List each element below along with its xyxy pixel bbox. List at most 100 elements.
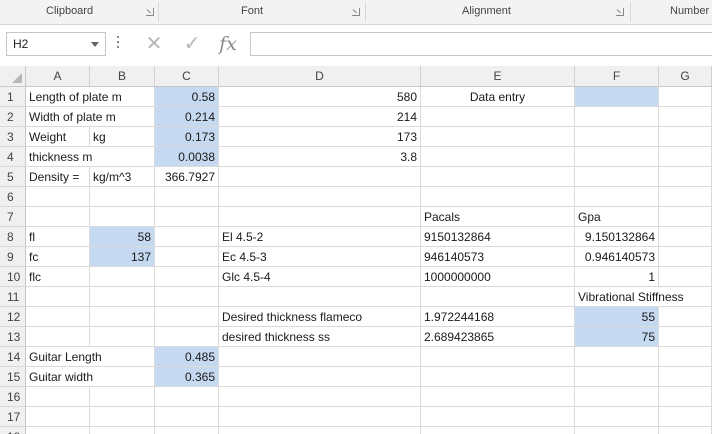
row-header-1[interactable]: 1 [0, 87, 26, 107]
cell-a8[interactable]: fl [26, 227, 90, 247]
row-header-9[interactable]: 9 [0, 247, 26, 267]
cell-a7[interactable] [26, 207, 90, 227]
cell-d12[interactable]: Desired thickness flameco [219, 307, 421, 327]
cell-a10[interactable]: flc [26, 267, 90, 287]
cell-f8[interactable]: 9.150132864 [575, 227, 659, 247]
cell-a6[interactable] [26, 187, 90, 207]
row-header-15[interactable]: 15 [0, 367, 26, 387]
cell-c15[interactable]: 0.365 [155, 367, 219, 387]
cell-c3[interactable]: 0.173 [155, 127, 219, 147]
cell-c12[interactable] [155, 307, 219, 327]
cell-d17[interactable] [219, 407, 421, 427]
cell-f12[interactable]: 55 [575, 307, 659, 327]
cell-d3[interactable]: 173 [219, 127, 421, 147]
cell-a11[interactable] [26, 287, 90, 307]
cell-b18[interactable] [90, 427, 155, 434]
cell-b7[interactable] [90, 207, 155, 227]
cell-d5[interactable] [219, 167, 421, 187]
cell-f14[interactable] [575, 347, 659, 367]
row-header-12[interactable]: 12 [0, 307, 26, 327]
cell-g16[interactable] [659, 387, 712, 407]
cell-a9[interactable]: fc [26, 247, 90, 267]
cell-g4[interactable] [659, 147, 712, 167]
column-header-a[interactable]: A [26, 66, 90, 87]
cell-d16[interactable] [219, 387, 421, 407]
insert-function-button[interactable]: fx [214, 32, 242, 56]
cell-f11[interactable]: Vibrational Stiffness [575, 287, 684, 307]
cell-d2[interactable]: 214 [219, 107, 421, 127]
cell-c16[interactable] [155, 387, 219, 407]
cell-f3[interactable] [575, 127, 659, 147]
row-header-5[interactable]: 5 [0, 167, 26, 187]
cell-c2[interactable]: 0.214 [155, 107, 219, 127]
cell-a2[interactable]: Width of plate m [26, 107, 116, 127]
cell-e9[interactable]: 946140573 [421, 247, 575, 267]
cell-f4[interactable] [575, 147, 659, 167]
cell-e4[interactable] [421, 147, 575, 167]
cell-c6[interactable] [155, 187, 219, 207]
cell-a3[interactable]: Weight [26, 127, 90, 147]
cell-b5[interactable]: kg/m^3 [90, 167, 155, 187]
column-header-g[interactable]: G [659, 66, 712, 87]
row-header-11[interactable]: 11 [0, 287, 26, 307]
formula-input[interactable] [250, 32, 712, 56]
cell-e1[interactable]: Data entry [421, 87, 575, 107]
cell-e16[interactable] [421, 387, 575, 407]
row-header-18[interactable]: 18 [0, 427, 26, 434]
cell-e8[interactable]: 9150132864 [421, 227, 575, 247]
cell-c7[interactable] [155, 207, 219, 227]
cell-c5[interactable]: 366.7927 [155, 167, 219, 187]
cell-e14[interactable] [421, 347, 575, 367]
cell-b9[interactable]: 137 [90, 247, 155, 267]
cell-g12[interactable] [659, 307, 712, 327]
cell-e6[interactable] [421, 187, 575, 207]
cell-a1[interactable]: Length of plate m [26, 87, 122, 107]
cell-b4[interactable] [90, 147, 155, 167]
cell-b11[interactable] [90, 287, 155, 307]
cell-g1[interactable] [659, 87, 712, 107]
cell-d14[interactable] [219, 347, 421, 367]
cell-b6[interactable] [90, 187, 155, 207]
cell-f5[interactable] [575, 167, 659, 187]
cell-g9[interactable] [659, 247, 712, 267]
cell-f13[interactable]: 75 [575, 327, 659, 347]
cell-d11[interactable] [219, 287, 421, 307]
cell-g10[interactable] [659, 267, 712, 287]
cell-c13[interactable] [155, 327, 219, 347]
cell-f16[interactable] [575, 387, 659, 407]
cell-a12[interactable] [26, 307, 90, 327]
cell-b8[interactable]: 58 [90, 227, 155, 247]
cell-a16[interactable] [26, 387, 90, 407]
cell-g6[interactable] [659, 187, 712, 207]
cell-f15[interactable] [575, 367, 659, 387]
cell-g14[interactable] [659, 347, 712, 367]
cell-g2[interactable] [659, 107, 712, 127]
cell-d7[interactable] [219, 207, 421, 227]
row-header-17[interactable]: 17 [0, 407, 26, 427]
row-header-6[interactable]: 6 [0, 187, 26, 207]
cell-b16[interactable] [90, 387, 155, 407]
column-header-f[interactable]: F [575, 66, 659, 87]
cell-c1[interactable]: 0.58 [155, 87, 219, 107]
cell-a18[interactable] [26, 427, 90, 434]
column-header-b[interactable]: B [90, 66, 155, 87]
chevron-down-icon[interactable] [91, 42, 99, 47]
cell-g7[interactable] [659, 207, 712, 227]
select-all-corner[interactable] [0, 66, 26, 87]
cell-g13[interactable] [659, 327, 712, 347]
cell-d4[interactable]: 3.8 [219, 147, 421, 167]
row-header-10[interactable]: 10 [0, 267, 26, 287]
cell-c14[interactable]: 0.485 [155, 347, 219, 367]
cell-f2[interactable] [575, 107, 659, 127]
row-header-14[interactable]: 14 [0, 347, 26, 367]
cell-e11[interactable] [421, 287, 575, 307]
cell-b12[interactable] [90, 307, 155, 327]
cell-e18[interactable] [421, 427, 575, 434]
cell-g17[interactable] [659, 407, 712, 427]
cell-b13[interactable] [90, 327, 155, 347]
cell-e7[interactable]: Pacals [421, 207, 575, 227]
check-icon[interactable]: ✓ [178, 32, 206, 56]
cell-g5[interactable] [659, 167, 712, 187]
cell-d1[interactable]: 580 [219, 87, 421, 107]
row-header-7[interactable]: 7 [0, 207, 26, 227]
